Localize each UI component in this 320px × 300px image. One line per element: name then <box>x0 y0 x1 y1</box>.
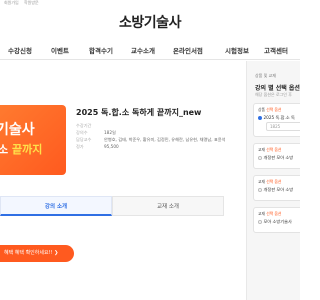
global-nav: 수강신청 이벤트 합격수기 교수소개 온라인서점 시험정보 고객센터 <box>0 40 300 60</box>
option-label: 교재 선택 옵션 <box>258 179 282 184</box>
banner-text-line2: 소 끝까지 <box>0 143 43 156</box>
meta-row-price: 정가 95,500 <box>76 144 119 149</box>
course-banner: 기술사 소 끝까지 <box>0 105 66 175</box>
option-label: 상품 선택 옵션 <box>258 107 282 112</box>
price-field: 1825 <box>266 122 300 131</box>
option-card-course[interactable]: 상품 선택 옵션 2025 독.합.소 독 1825 <box>253 103 300 137</box>
option-row[interactable]: 모아 소방기술사 <box>258 219 292 225</box>
nav-customer-center[interactable]: 고객센터 <box>264 45 288 55</box>
utility-bar: 회원가입 학원방문 <box>0 0 300 8</box>
checkbox-icon[interactable] <box>258 220 262 224</box>
checkbox-icon[interactable] <box>258 116 262 120</box>
promo-benefit-button[interactable]: 혜택 혜택 확인하세요!! ❯ <box>0 245 74 262</box>
meta-row-professors: 담당교수 안병호, 김태, 박준우, 황유미, 김정민, 유해란, 남유현, 채명… <box>76 137 226 142</box>
option-row[interactable]: 개정판 모아 소방 <box>258 155 293 161</box>
course-title: 2025 독.합.소 독하게 끝까지_new <box>76 108 202 117</box>
panel-title: 강의 별 선택 옵션 <box>255 85 300 92</box>
banner-text-line1: 기술사 <box>0 122 35 138</box>
option-card-textbook-2[interactable]: 교재 선택 옵션 개정판 모아 소방 <box>253 175 300 201</box>
meta-row-period: 수강기간 <box>76 123 92 128</box>
option-label: 교재 선택 옵션 <box>258 147 282 152</box>
nav-exam-info[interactable]: 시험정보 <box>225 45 249 55</box>
detail-tabs: 강의 소개 교재 소개 <box>0 196 224 216</box>
academy-visit-link[interactable]: 학원방문 <box>24 0 39 6</box>
option-row[interactable]: 개정판 모아 소방 <box>258 187 293 193</box>
option-label: 교재 선택 옵션 <box>258 211 282 216</box>
site-logo[interactable]: 소방기술사 <box>0 12 300 32</box>
tab-textbook-intro[interactable]: 교재 소개 <box>112 196 224 216</box>
nav-success-stories[interactable]: 합격수기 <box>89 45 113 55</box>
panel-heading: 상품 및 교재 <box>255 73 276 78</box>
checkbox-icon[interactable] <box>258 156 262 160</box>
checkbox-icon[interactable] <box>258 188 262 192</box>
option-row[interactable]: 2025 독.합.소 독 <box>258 115 295 121</box>
option-card-textbook-3[interactable]: 교재 선택 옵션 모아 소방기술사 <box>253 207 300 233</box>
nav-online-bookstore[interactable]: 온라인서점 <box>173 45 203 55</box>
tab-course-intro[interactable]: 강의 소개 <box>0 196 112 216</box>
course-detail: 기술사 소 끝까지 2025 독.합.소 독하게 끝까지_new 수강기간 강의… <box>0 61 246 300</box>
signup-link[interactable]: 회원가입 <box>4 0 19 6</box>
option-panel: 상품 및 교재 강의 별 선택 옵션 해당 옵션은 로그인 후 상품 선택 옵션… <box>247 61 300 300</box>
option-card-textbook-1[interactable]: 교재 선택 옵션 개정판 모아 소방 <box>253 143 300 169</box>
nav-professors[interactable]: 교수소개 <box>131 45 155 55</box>
meta-row-lectures: 강의수 182일 <box>76 130 116 135</box>
nav-events[interactable]: 이벤트 <box>51 45 69 55</box>
nav-course-registration[interactable]: 수강신청 <box>8 45 32 55</box>
panel-subtitle: 해당 옵션은 로그인 후 <box>255 92 292 97</box>
